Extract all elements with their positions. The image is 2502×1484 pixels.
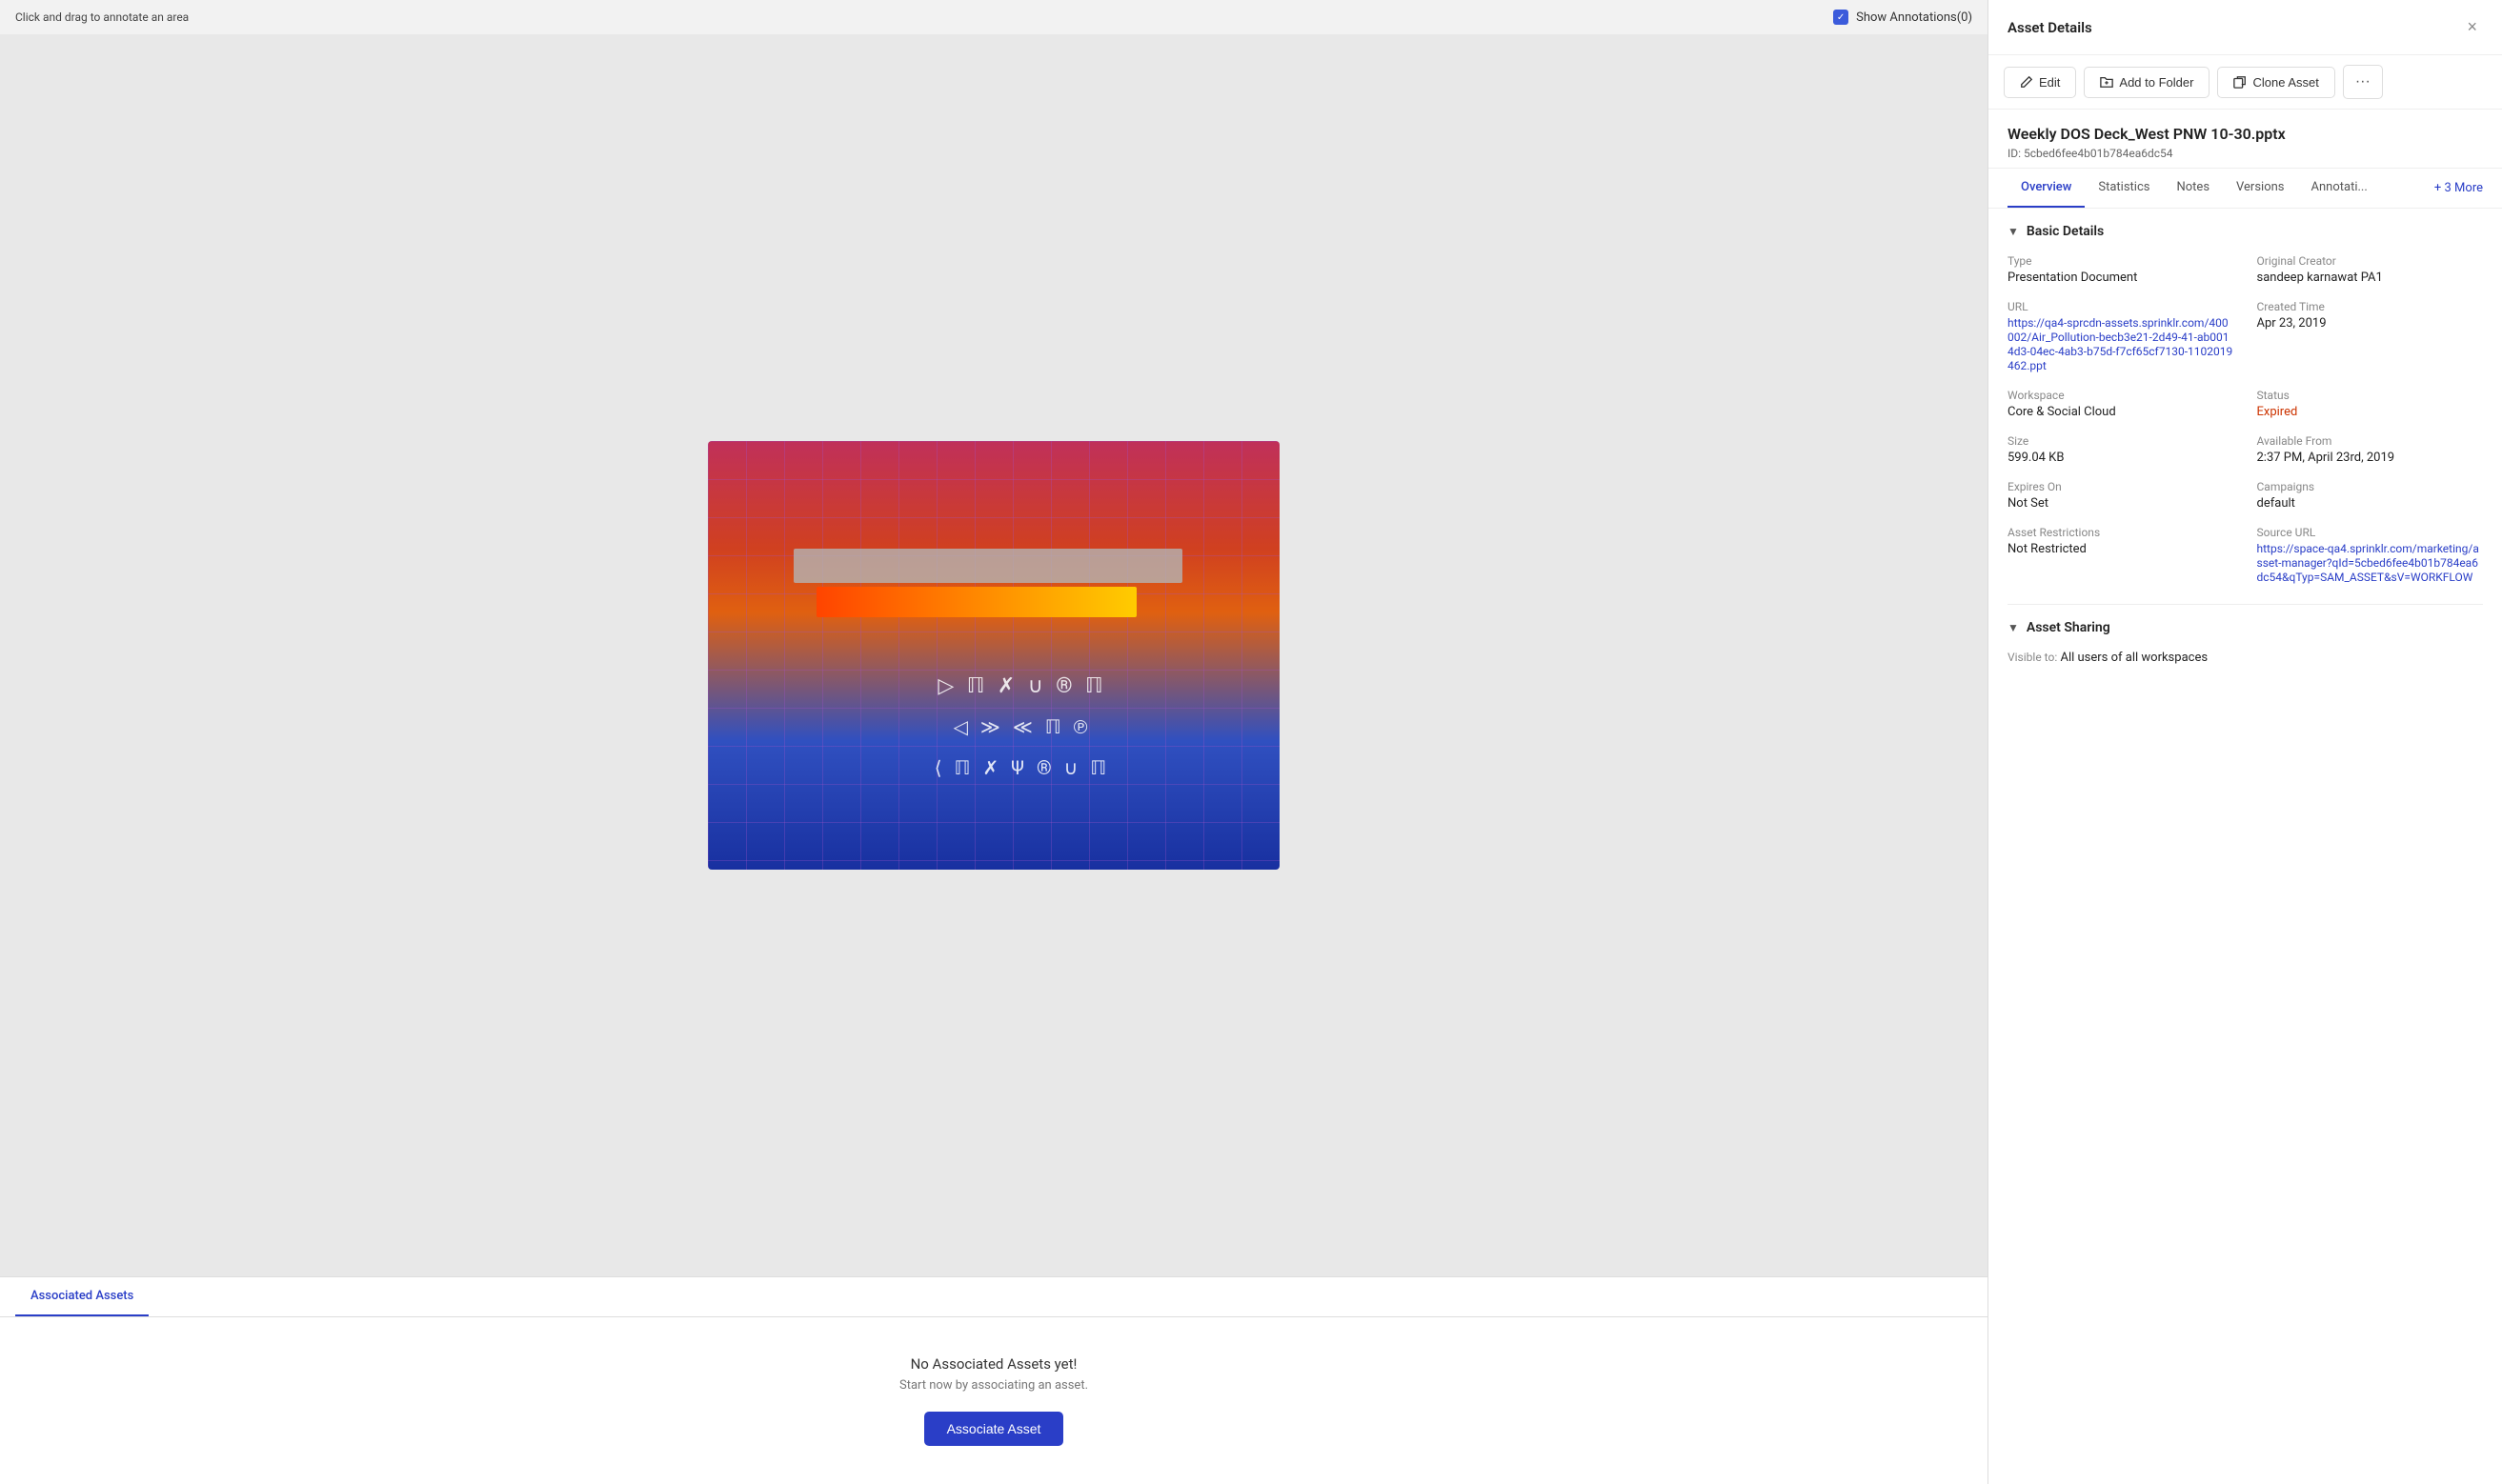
tab-statistics[interactable]: Statistics [2085, 169, 2163, 208]
slide-content: ▷ ℿ ✗ ∪ ® ℿ ◁ ≫ ≪ ℿ ℗ ⟨ ℿ ✗ Ψ ® ∪ ℿ [794, 549, 1251, 779]
asset-preview-container: ▷ ℿ ✗ ∪ ® ℿ ◁ ≫ ≪ ℿ ℗ ⟨ ℿ ✗ Ψ ® ∪ ℿ [0, 34, 1987, 1276]
empty-title: No Associated Assets yet! [15, 1355, 1972, 1373]
size-label: Size [2008, 434, 2234, 448]
original-creator-value: sandeep karnawat PA1 [2257, 271, 2484, 285]
section-divider [2008, 604, 2483, 605]
size-value: 599.04 KB [2008, 451, 2234, 465]
available-from-value: 2:37 PM, April 23rd, 2019 [2257, 451, 2484, 465]
field-expires-on: Expires On Not Set [2008, 480, 2234, 511]
field-original-creator: Original Creator sandeep karnawat PA1 [2257, 254, 2484, 285]
close-button[interactable]: × [2461, 15, 2483, 39]
basic-details-grid: Type Presentation Document Original Crea… [2008, 254, 2483, 585]
status-label: Status [2257, 389, 2484, 402]
drag-hint-text: Click and drag to annotate an area [15, 10, 189, 24]
asset-image: ▷ ℿ ✗ ∪ ® ℿ ◁ ≫ ≪ ℿ ℗ ⟨ ℿ ✗ Ψ ® ∪ ℿ [708, 441, 1280, 870]
bottom-tabs-row: Associated Assets [0, 1277, 1987, 1317]
tab-overview[interactable]: Overview [2008, 169, 2085, 208]
field-created-time: Created Time Apr 23, 2019 [2257, 300, 2484, 373]
right-panel: Asset Details × Edit Add to Folder Clone… [1987, 0, 2502, 1484]
details-content: ▼ Basic Details Type Presentation Docume… [1988, 209, 2502, 1484]
field-available-from: Available From 2:37 PM, April 23rd, 2019 [2257, 434, 2484, 465]
asset-sharing-section-header: ▼ Asset Sharing [2008, 620, 2483, 635]
slide-bar-gray [794, 549, 1182, 583]
bottom-section: Associated Assets No Associated Assets y… [0, 1276, 1987, 1484]
campaigns-label: Campaigns [2257, 480, 2484, 493]
url-value[interactable]: https://qa4-sprcdn-assets.sprinklr.com/4… [2008, 316, 2232, 372]
created-time-label: Created Time [2257, 300, 2484, 313]
panel-title: Asset Details [2008, 19, 2092, 36]
tab-annotations[interactable]: Annotati... [2298, 169, 2381, 208]
field-status: Status Expired [2257, 389, 2484, 419]
left-panel: Click and drag to annotate an area ✓ Sho… [0, 0, 1987, 1484]
created-time-value: Apr 23, 2019 [2257, 316, 2484, 331]
field-type: Type Presentation Document [2008, 254, 2234, 285]
tab-notes[interactable]: Notes [2163, 169, 2223, 208]
sharing-section: Visible to: All users of all workspaces [2008, 651, 2483, 665]
type-value: Presentation Document [2008, 271, 2234, 285]
visible-to-value: All users of all workspaces [2060, 651, 2208, 665]
action-bar: Edit Add to Folder Clone Asset ··· [1988, 55, 2502, 110]
workspace-value: Core & Social Cloud [2008, 405, 2234, 419]
section-toggle-icon[interactable]: ▼ [2008, 225, 2019, 238]
add-to-folder-button[interactable]: Add to Folder [2084, 67, 2209, 98]
workspace-label: Workspace [2008, 389, 2234, 402]
annotation-bar: Click and drag to annotate an area ✓ Sho… [0, 0, 1987, 34]
expires-on-value: Not Set [2008, 496, 2234, 511]
tab-versions[interactable]: Versions [2223, 169, 2297, 208]
available-from-label: Available From [2257, 434, 2484, 448]
expires-on-label: Expires On [2008, 480, 2234, 493]
associated-assets-empty: No Associated Assets yet! Start now by a… [0, 1317, 1987, 1484]
basic-details-section-header: ▼ Basic Details [2008, 224, 2483, 239]
status-value: Expired [2257, 405, 2484, 419]
basic-details-title: Basic Details [2027, 224, 2104, 239]
edit-icon [2020, 75, 2033, 89]
asset-info: Weekly DOS Deck_West PNW 10-30.pptx ID: … [1988, 110, 2502, 169]
field-asset-restrictions: Asset Restrictions Not Restricted [2008, 526, 2234, 585]
original-creator-label: Original Creator [2257, 254, 2484, 268]
sharing-toggle-icon[interactable]: ▼ [2008, 621, 2019, 634]
associate-asset-button[interactable]: Associate Asset [924, 1412, 1064, 1446]
slide-symbols-3: ⟨ ℿ ✗ Ψ ® ∪ ℿ [794, 756, 1251, 779]
clone-asset-button[interactable]: Clone Asset [2217, 67, 2334, 98]
clone-icon [2233, 75, 2247, 89]
asset-restrictions-value: Not Restricted [2008, 542, 2234, 556]
source-url-label: Source URL [2257, 526, 2484, 539]
source-url-value[interactable]: https://space-qa4.sprinklr.com/marketing… [2257, 542, 2479, 584]
field-url: URL https://qa4-sprcdn-assets.sprinklr.c… [2008, 300, 2234, 373]
field-source-url: Source URL https://space-qa4.sprinklr.co… [2257, 526, 2484, 585]
detail-tabs: Overview Statistics Notes Versions Annot… [1988, 169, 2502, 209]
asset-title: Weekly DOS Deck_West PNW 10-30.pptx [2008, 125, 2483, 143]
field-campaigns: Campaigns default [2257, 480, 2484, 511]
edit-button[interactable]: Edit [2004, 67, 2076, 98]
more-tabs-button[interactable]: + 3 More [2434, 170, 2483, 207]
slide-symbols-1: ▷ ℿ ✗ ∪ ® ℿ [794, 674, 1251, 698]
show-annotations-label[interactable]: Show Annotations(0) [1856, 10, 1972, 25]
slide-bar-orange [817, 587, 1137, 617]
type-label: Type [2008, 254, 2234, 268]
field-size: Size 599.04 KB [2008, 434, 2234, 465]
asset-sharing-title: Asset Sharing [2027, 620, 2110, 635]
asset-id: ID: 5cbed6fee4b01b784ea6dc54 [2008, 147, 2483, 160]
slide-symbols-2: ◁ ≫ ≪ ℿ ℗ [794, 715, 1251, 739]
add-folder-icon [2100, 75, 2113, 89]
right-panel-header: Asset Details × [1988, 0, 2502, 55]
empty-subtitle: Start now by associating an asset. [15, 1378, 1972, 1393]
visible-to-label: Visible to: [2008, 651, 2057, 664]
asset-restrictions-label: Asset Restrictions [2008, 526, 2234, 539]
show-annotations-checkbox[interactable]: ✓ [1833, 10, 1848, 25]
annotation-controls: ✓ Show Annotations(0) [1833, 10, 1972, 25]
tab-associated-assets[interactable]: Associated Assets [15, 1277, 149, 1316]
campaigns-value: default [2257, 496, 2484, 511]
url-label: URL [2008, 300, 2234, 313]
more-options-button[interactable]: ··· [2343, 65, 2383, 99]
field-workspace: Workspace Core & Social Cloud [2008, 389, 2234, 419]
